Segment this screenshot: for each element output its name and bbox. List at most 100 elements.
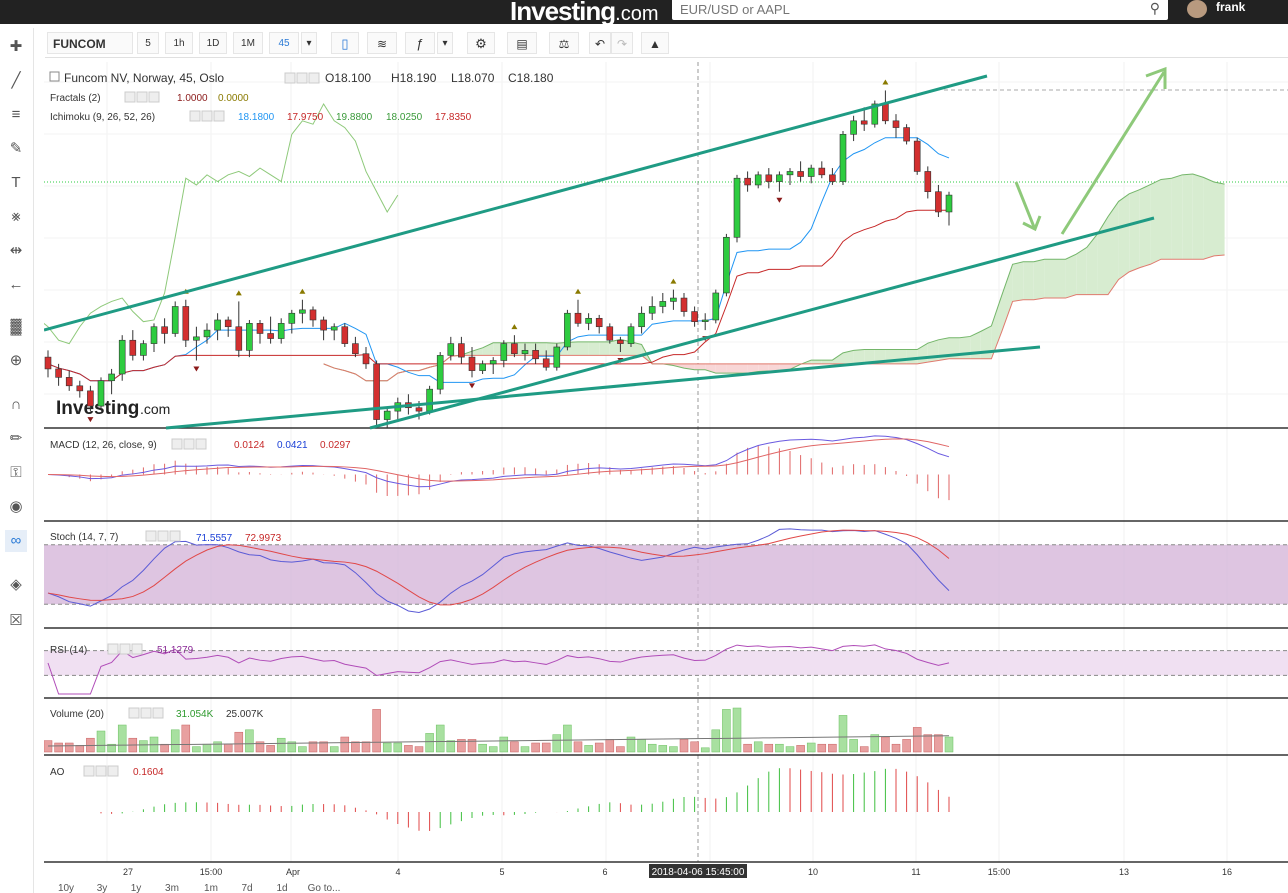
candle-body [352, 343, 359, 355]
search-input[interactable] [680, 0, 1140, 18]
legend-close: C18.180 [508, 71, 554, 85]
pattern-icon[interactable]: ⨳ [5, 206, 27, 228]
rsi-control-icon [131, 643, 143, 655]
ichimoku-label: Ichimoku (9, 26, 52, 26) [50, 112, 155, 123]
candle-body [479, 363, 486, 371]
cloud-segment [1161, 178, 1172, 260]
indicators-icon[interactable]: ƒ [405, 32, 435, 54]
volume-bar [531, 742, 540, 753]
volume-label: Volume (20) [50, 709, 104, 720]
avatar[interactable] [1187, 0, 1207, 18]
bar-chart-icon[interactable]: ▤ [507, 32, 537, 54]
volume-bar [806, 742, 816, 753]
volume-bar [64, 742, 74, 753]
cloud-segment [1055, 259, 1066, 299]
candle-body [97, 380, 105, 407]
volume-bar [393, 742, 403, 753]
lock-drawing-icon[interactable]: ✏ [5, 428, 27, 450]
ao-label: AO [50, 767, 65, 778]
rsi-band [44, 650, 1288, 676]
volume-bar [298, 746, 307, 753]
investing-logo[interactable]: Investing.com [510, 0, 658, 27]
volume-bar [700, 747, 710, 753]
candle-body [256, 323, 264, 334]
candle-body [140, 343, 147, 356]
ichimoku-control-icon [189, 110, 201, 122]
scales-icon[interactable]: ⚖ [549, 32, 579, 54]
cloud-segment [1129, 189, 1140, 272]
candle-body [373, 363, 380, 420]
stoch-value-2: 72.9973 [245, 533, 282, 544]
interval-1h[interactable]: 1h [165, 32, 193, 54]
eye-icon[interactable]: ◉ [5, 496, 27, 518]
range-button-3y[interactable]: 3y [97, 883, 108, 893]
candle-body [193, 336, 200, 341]
interval-45[interactable]: 45 [269, 32, 299, 54]
candle-body [55, 368, 62, 378]
volume-bar [764, 743, 774, 753]
username[interactable]: frank [1216, 0, 1245, 14]
compare-icon[interactable]: ≋ [367, 32, 397, 54]
interval-1d[interactable]: 1D [199, 32, 227, 54]
trend-line-icon[interactable]: ╱ [5, 70, 27, 92]
trash-icon[interactable]: ☒ [5, 610, 27, 632]
candle-body [935, 191, 942, 213]
unlock-icon[interactable]: ⚿ [5, 462, 27, 484]
candle-body [701, 319, 709, 322]
candle-body [320, 319, 327, 331]
symbol-input[interactable]: FUNCOM [47, 32, 133, 54]
bars-icon[interactable]: ▓ [5, 316, 27, 338]
back-arrow-icon[interactable]: ← [5, 274, 27, 296]
cloud-segment [578, 341, 589, 356]
volume-bar [743, 743, 752, 753]
volume-bar [234, 731, 244, 753]
cloud-segment [1150, 179, 1161, 265]
zoom-in-icon[interactable]: ⊕ [5, 350, 27, 372]
candles-icon[interactable]: ▯ [331, 32, 359, 54]
candle-body [627, 326, 635, 344]
crosshair-icon[interactable]: ✚ [5, 36, 27, 58]
brush-icon[interactable]: ✎ [5, 138, 27, 160]
volume-bar [361, 741, 371, 753]
candle-body [617, 339, 624, 344]
range-button-10y[interactable]: 10y [58, 883, 74, 893]
candle-body [129, 339, 137, 356]
search-icon[interactable]: ⚲ [1150, 0, 1160, 17]
range-button-Goto[interactable]: Go to... [308, 883, 341, 893]
volume-value-1: 31.054K [176, 709, 214, 720]
volume-bar [573, 741, 583, 753]
volume-bar [658, 745, 668, 753]
settings-gear-icon[interactable]: ⚙ [467, 32, 495, 54]
cloud-segment [1076, 247, 1087, 295]
chart-area[interactable]: Investing .com 27 15:00 Apr 4 5 6 10 11 15:00 13 1… [44, 62, 1288, 893]
candle-body [108, 373, 115, 382]
interval-5[interactable]: 5 [137, 32, 159, 54]
range-button-3m[interactable]: 3m [165, 883, 179, 893]
range-button-1d[interactable]: 1d [276, 883, 287, 893]
undo-icon[interactable]: ↶ [589, 32, 611, 54]
range-button-7d[interactable]: 7d [241, 883, 252, 893]
interval-1m[interactable]: 1M [233, 32, 263, 54]
interval-dropdown-icon[interactable]: ▾ [301, 32, 317, 54]
alert-icon[interactable]: ▲ [641, 32, 669, 54]
fib-icon[interactable]: ≡ [5, 104, 27, 126]
macd-value-2: 0.0421 [277, 440, 308, 451]
link-icon[interactable]: ∞ [5, 530, 27, 552]
range-button-1m[interactable]: 1m [204, 883, 218, 893]
layers-icon[interactable]: ◈ [5, 574, 27, 596]
volume-bar [96, 730, 106, 753]
indicators-dropdown-icon[interactable]: ▾ [437, 32, 453, 54]
volume-bar [912, 727, 922, 753]
cloud-segment [1108, 201, 1119, 295]
candle-body [224, 319, 232, 328]
magnet-icon[interactable]: ∩ [5, 394, 27, 416]
x-tick-label: 6 [602, 867, 607, 877]
redo-icon[interactable]: ↷ [611, 32, 633, 54]
measure-icon[interactable]: ⇹ [5, 240, 27, 262]
candle-body [65, 377, 73, 387]
text-icon[interactable]: T [5, 172, 27, 194]
volume-bar [266, 745, 275, 753]
x-tick-label: 15:00 [200, 867, 223, 877]
range-button-1y[interactable]: 1y [131, 883, 142, 893]
cloud-segment [906, 349, 918, 364]
